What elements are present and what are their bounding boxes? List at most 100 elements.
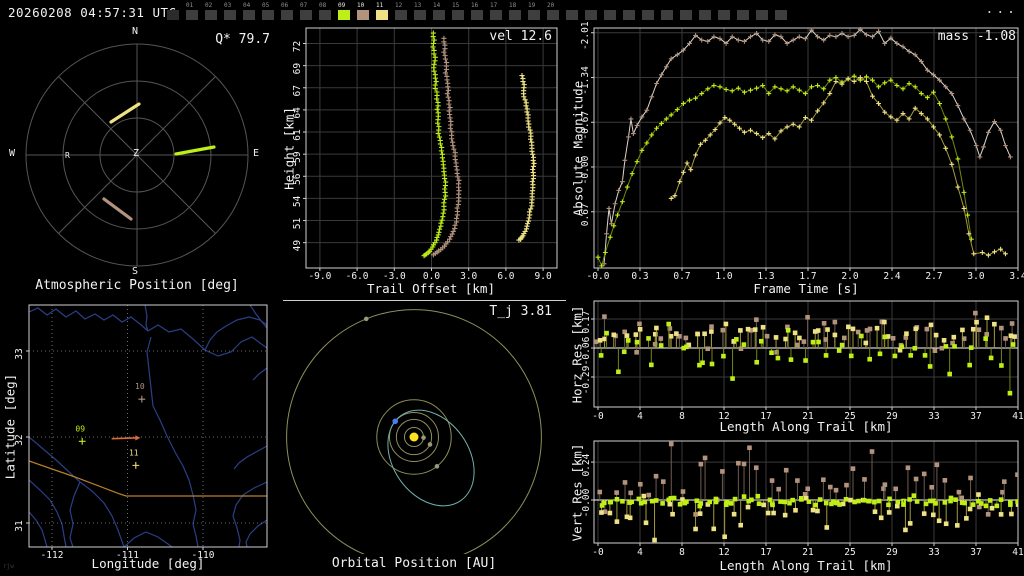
- frame-box-blank-29[interactable]: [718, 3, 730, 20]
- svg-text:2.7: 2.7: [925, 271, 942, 282]
- vert-res-ylabel: Vert Res [km]: [569, 443, 585, 542]
- frame-strip: 01 02 03 04 05 06 07 08 09 10 11 12 13 14 15 16 17 18 19 20: [167, 3, 794, 20]
- map-xlabel: Longitude [deg]: [91, 556, 205, 571]
- frame-box-09[interactable]: 09: [338, 3, 350, 20]
- vert-res-plot: -0 4 8 12 17 21 25 29 33 37 410.24-0.00: [581, 440, 1024, 558]
- magnitude-plot: -0.0 0.3 0.7 1.0 1.3 1.7 2.0 2.4 2.7 3.0 3.4-2.01-…: [580, 21, 1024, 282]
- svg-text:37: 37: [970, 411, 981, 422]
- svg-text:3.4: 3.4: [1009, 271, 1024, 282]
- ground-map-plot: -112 -111 -110333231091011: [14, 304, 268, 561]
- vert-res-xlabel: Length Along Trail [km]: [719, 558, 893, 573]
- frame-box-05[interactable]: 05: [262, 3, 274, 20]
- svg-text:-2.01: -2.01: [580, 21, 591, 50]
- vel-badge: vel 12.6: [489, 29, 552, 44]
- frame-box-02[interactable]: 02: [205, 3, 217, 20]
- frame-box-20[interactable]: 20: [547, 3, 559, 20]
- svg-text:17: 17: [760, 547, 771, 558]
- svg-text:72: 72: [292, 41, 303, 52]
- svg-text:33: 33: [928, 411, 939, 422]
- compass-east-label: E: [253, 148, 260, 159]
- svg-text:25: 25: [844, 547, 855, 558]
- svg-text:0.7: 0.7: [673, 271, 690, 282]
- frame-box-01[interactable]: 01: [186, 3, 198, 20]
- frame-box-11[interactable]: 11: [376, 3, 388, 20]
- svg-text:-0: -0: [592, 547, 604, 558]
- compass-south-label: S: [132, 266, 139, 277]
- tj-badge: T_j 3.81: [489, 304, 552, 319]
- svg-text:12: 12: [718, 547, 729, 558]
- frame-box-18[interactable]: 18: [509, 3, 521, 20]
- svg-text:09: 09: [75, 424, 85, 433]
- svg-text:33: 33: [14, 348, 25, 359]
- compass-west-label: W: [9, 148, 16, 159]
- frame-box-07[interactable]: 07: [300, 3, 312, 20]
- frame-box-blank-32[interactable]: [775, 3, 787, 20]
- zenith-label: Z: [133, 148, 140, 159]
- horz-res-plot: -0 4 8 12 17 21 25 29 33 37 410.17-0.06-0.29: [581, 300, 1024, 422]
- svg-text:-0: -0: [592, 411, 604, 422]
- trail-offset-plot: -9.0 -6.0 -3.0 0.0 3.0 6.0 9.07269676461595654…: [292, 27, 558, 282]
- magnitude-xlabel: Frame Time [s]: [753, 281, 859, 296]
- svg-text:4: 4: [637, 411, 643, 422]
- frame-box-03[interactable]: 03: [224, 3, 236, 20]
- radiant-label: R: [65, 151, 70, 160]
- frame-box-12[interactable]: 12: [395, 3, 407, 20]
- frame-box-blank-22[interactable]: [585, 3, 597, 20]
- magnitude-ylabel: Absolute Magnitude: [570, 80, 586, 217]
- orbital-caption: Orbital Position [AU]: [331, 556, 497, 571]
- frame-box-10[interactable]: 10: [357, 3, 369, 20]
- map-ylabel: Latitude [deg]: [2, 373, 18, 480]
- compass-north-label: N: [132, 26, 139, 37]
- horz-res-xlabel: Length Along Trail [km]: [719, 419, 893, 434]
- svg-text:8: 8: [679, 547, 685, 558]
- svg-text:11: 11: [129, 448, 139, 457]
- svg-text:29: 29: [886, 547, 898, 558]
- frame-box-blank-26[interactable]: [661, 3, 673, 20]
- app-root: 20260208 04:57:31 UTC 01 02 03 04 05 06 07 08 09…: [0, 0, 1024, 576]
- svg-text:31: 31: [14, 520, 25, 532]
- qstar-badge: Q* 79.7: [215, 32, 270, 47]
- trail-ylabel: Height [km]: [281, 107, 297, 190]
- svg-text:51: 51: [292, 218, 303, 230]
- frame-box-blank-27[interactable]: [680, 3, 692, 20]
- svg-text:33: 33: [928, 547, 939, 558]
- svg-text:4: 4: [637, 547, 643, 558]
- horz-res-ylabel: Horz Res [km]: [569, 305, 585, 404]
- svg-text:37: 37: [970, 547, 981, 558]
- frame-box-blank-21[interactable]: [566, 3, 578, 20]
- frame-box-19[interactable]: 19: [528, 3, 540, 20]
- svg-text:49: 49: [292, 240, 303, 252]
- svg-text:-0.0: -0.0: [587, 271, 610, 282]
- frame-box-06[interactable]: 06: [281, 3, 293, 20]
- mass-badge: mass -1.08: [937, 29, 1016, 44]
- svg-text:0.3: 0.3: [631, 271, 648, 282]
- frame-box-13[interactable]: 13: [414, 3, 426, 20]
- frame-box-blank-0[interactable]: [167, 3, 179, 20]
- svg-text:9.0: 9.0: [535, 271, 552, 282]
- trail-xlabel: Trail Offset [km]: [367, 281, 495, 296]
- frame-box-14[interactable]: 14: [433, 3, 445, 20]
- atmospheric-caption: Atmospheric Position [deg]: [35, 278, 239, 293]
- utc-clock: 20260208 04:57:31 UTC: [8, 5, 177, 20]
- svg-text:41: 41: [1012, 411, 1024, 422]
- frame-box-blank-24[interactable]: [623, 3, 635, 20]
- frame-box-blank-30[interactable]: [737, 3, 749, 20]
- watermark: rjw: [3, 563, 14, 570]
- frame-box-04[interactable]: 04: [243, 3, 255, 20]
- svg-text:-9.0: -9.0: [308, 271, 331, 282]
- frame-box-16[interactable]: 16: [471, 3, 483, 20]
- svg-text:3.0: 3.0: [967, 271, 984, 282]
- frame-box-08[interactable]: 08: [319, 3, 331, 20]
- svg-text:21: 21: [802, 547, 814, 558]
- frame-box-blank-23[interactable]: [604, 3, 616, 20]
- frame-box-blank-31[interactable]: [756, 3, 768, 20]
- orbital-plot: [283, 300, 566, 554]
- frame-box-blank-25[interactable]: [642, 3, 654, 20]
- frame-box-15[interactable]: 15: [452, 3, 464, 20]
- svg-text:10: 10: [135, 382, 145, 391]
- svg-text:8: 8: [679, 411, 685, 422]
- svg-text:69: 69: [292, 63, 303, 75]
- frame-box-blank-28[interactable]: [699, 3, 711, 20]
- overflow-menu[interactable]: ...: [986, 2, 1018, 17]
- frame-box-17[interactable]: 17: [490, 3, 502, 20]
